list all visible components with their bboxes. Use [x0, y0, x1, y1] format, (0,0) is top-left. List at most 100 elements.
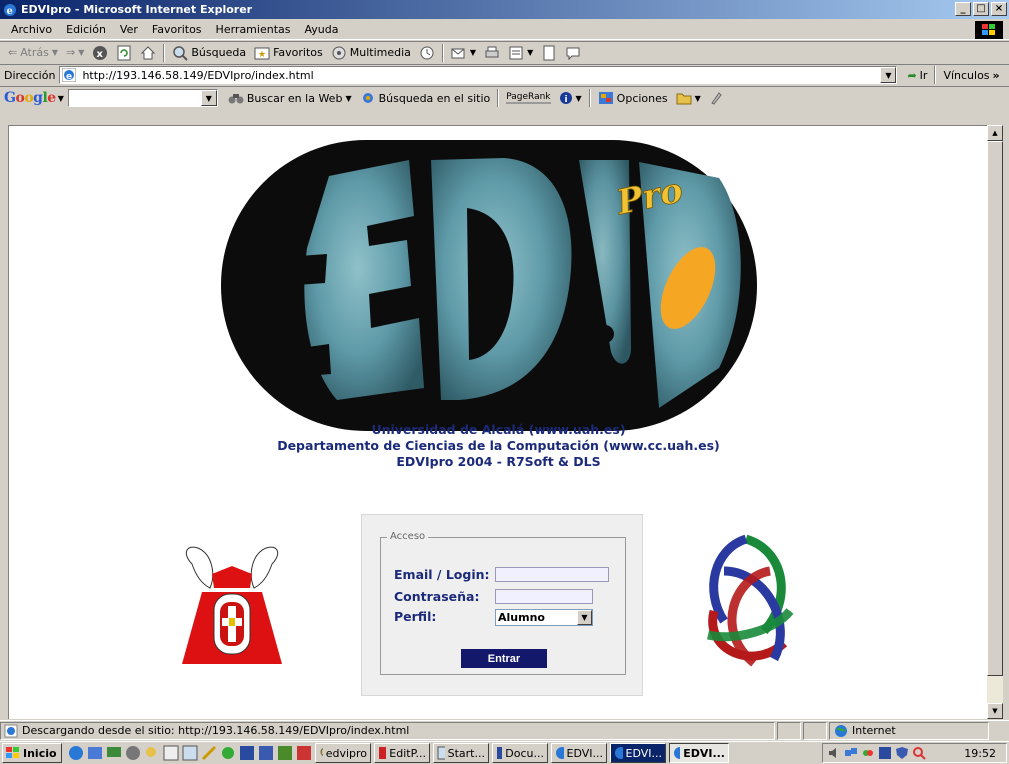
department-line: Departamento de Ciencias de la Computaci… [277, 438, 720, 453]
task-button[interactable]: EDVI... [610, 743, 666, 763]
multimedia-button[interactable]: Multimedia [327, 45, 415, 61]
chevron-down-icon[interactable]: ▼ [58, 94, 64, 103]
google-logo[interactable]: Google [4, 90, 56, 106]
minimize-button[interactable]: _ [955, 2, 971, 16]
outlook-icon[interactable] [87, 745, 103, 761]
explorer-icon[interactable] [144, 745, 160, 761]
links-button[interactable]: Vínculos » [939, 69, 1003, 82]
window-titlebar[interactable]: e EDVIpro - Microsoft Internet Explorer … [0, 0, 1009, 19]
ie-icon[interactable] [68, 745, 84, 761]
forward-button[interactable]: ⇒ ▼ [62, 46, 88, 59]
menu-favoritos[interactable]: Favoritos [145, 23, 209, 36]
task-button[interactable]: Docu... [492, 743, 548, 763]
chevron-down-icon[interactable]: ▼ [880, 67, 897, 83]
ie-icon [556, 747, 564, 759]
folder-icon [676, 93, 692, 105]
forward-arrow-icon: ⇒ [66, 46, 76, 59]
pagerank-indicator[interactable]: PageRank [502, 92, 554, 104]
search-button[interactable]: Búsqueda [168, 45, 250, 61]
scroll-thumb[interactable] [987, 141, 1003, 676]
task-button[interactable]: EDVI... [551, 743, 607, 763]
word-icon[interactable] [878, 746, 892, 760]
tool-icon[interactable] [201, 745, 217, 761]
search-web-button[interactable]: Buscar en la Web ▼ [224, 91, 356, 105]
home-button[interactable] [136, 45, 160, 61]
network-icon[interactable] [220, 745, 236, 761]
email-input[interactable] [495, 567, 609, 582]
info-button[interactable]: i ▼ [555, 91, 586, 105]
image-icon [437, 746, 445, 760]
back-button[interactable]: ⇐ Atrás ▼ [4, 46, 62, 59]
profile-select[interactable]: Alumno ▼ [495, 609, 593, 626]
discuss-button[interactable] [537, 45, 561, 61]
edit-icon [509, 46, 523, 59]
menu-archivo[interactable]: Archivo [4, 23, 59, 36]
favorites-button[interactable]: ★ Favoritos [250, 45, 327, 61]
svg-text:x: x [97, 49, 104, 60]
standard-toolbar: ⇐ Atrás ▼ ⇒ ▼ x Búsqueda ★ Favoritos Mul… [0, 41, 1009, 63]
menu-edicion[interactable]: Edición [59, 23, 113, 36]
word-icon[interactable] [258, 745, 274, 761]
access-fieldset: Acceso Email / Login: Contraseña: Perfil… [380, 531, 626, 675]
search-web-label: Buscar en la Web [246, 91, 343, 105]
messenger-icon[interactable] [861, 746, 875, 760]
word-icon [497, 747, 503, 759]
shield-icon[interactable] [895, 746, 909, 760]
history-button[interactable] [415, 45, 439, 61]
password-input[interactable] [495, 589, 593, 604]
close-button[interactable]: × [991, 2, 1007, 16]
app-icon[interactable] [277, 745, 293, 761]
mail-button[interactable]: ▼ [447, 45, 480, 61]
scroll-up-button[interactable]: ▲ [987, 125, 1003, 141]
menu-ayuda[interactable]: Ayuda [297, 23, 345, 36]
search-site-button[interactable]: Búsqueda en el sitio [356, 91, 495, 105]
clock[interactable]: 19:52 [964, 747, 996, 760]
print-button[interactable] [480, 45, 504, 61]
multimedia-label: Multimedia [349, 46, 411, 59]
maximize-button[interactable]: □ [973, 2, 989, 16]
windows-logo-icon [6, 747, 19, 758]
word-icon[interactable] [239, 745, 255, 761]
binoculars-icon [228, 94, 244, 104]
document-icon [543, 45, 555, 60]
editplus-icon [379, 747, 387, 759]
edit-button[interactable]: ▼ [504, 45, 537, 61]
task-button[interactable]: Start... [433, 743, 489, 763]
volume-icon[interactable] [827, 746, 841, 760]
chevron-down-icon: ▼ [694, 93, 701, 103]
start-button[interactable]: Inicio [2, 743, 62, 763]
task-button[interactable]: EditP... [374, 743, 430, 763]
task-button-active[interactable]: EDVI... [669, 743, 729, 763]
desktop-icon[interactable] [106, 745, 122, 761]
vertical-scrollbar[interactable]: ▲ ▼ [987, 125, 1003, 719]
folder-button[interactable]: ▼ [672, 91, 705, 105]
go-button[interactable]: ➦ Ir [903, 69, 931, 82]
security-zone[interactable]: Internet [829, 721, 989, 740]
profile-label: Perfil: [394, 609, 437, 624]
refresh-button[interactable] [112, 45, 136, 61]
media-icon[interactable] [125, 745, 141, 761]
highlighter-button[interactable] [705, 91, 727, 105]
chevron-down-icon: ▼ [51, 48, 59, 57]
menu-herramientas[interactable]: Herramientas [209, 23, 298, 36]
network-icon[interactable] [844, 746, 858, 760]
chevron-down-icon: ▼ [469, 48, 477, 57]
image-icon[interactable] [182, 745, 198, 761]
menu-ver[interactable]: Ver [113, 23, 145, 36]
options-button[interactable]: Opciones [594, 91, 672, 105]
chevron-down-icon[interactable]: ▼ [577, 610, 592, 625]
messenger-button[interactable] [561, 45, 585, 61]
highlighter-icon [711, 92, 722, 105]
copyright-line: EDVIpro 2004 - R7Soft & DLS [396, 454, 601, 469]
chart-icon[interactable] [163, 745, 179, 761]
chevron-down-icon[interactable]: ▼ [200, 90, 217, 106]
task-button[interactable]: edvipro [315, 743, 371, 763]
scroll-down-button[interactable]: ▼ [987, 703, 1003, 719]
address-input[interactable]: e http://193.146.58.149/EDVIpro/index.ht… [59, 66, 898, 84]
search-icon[interactable] [912, 746, 926, 760]
stop-button[interactable]: x [88, 45, 112, 61]
submit-button[interactable]: Entrar [461, 649, 547, 668]
app-icon[interactable] [296, 745, 312, 761]
google-search-input[interactable]: ▼ [67, 89, 218, 107]
task-label: Docu... [505, 746, 544, 760]
